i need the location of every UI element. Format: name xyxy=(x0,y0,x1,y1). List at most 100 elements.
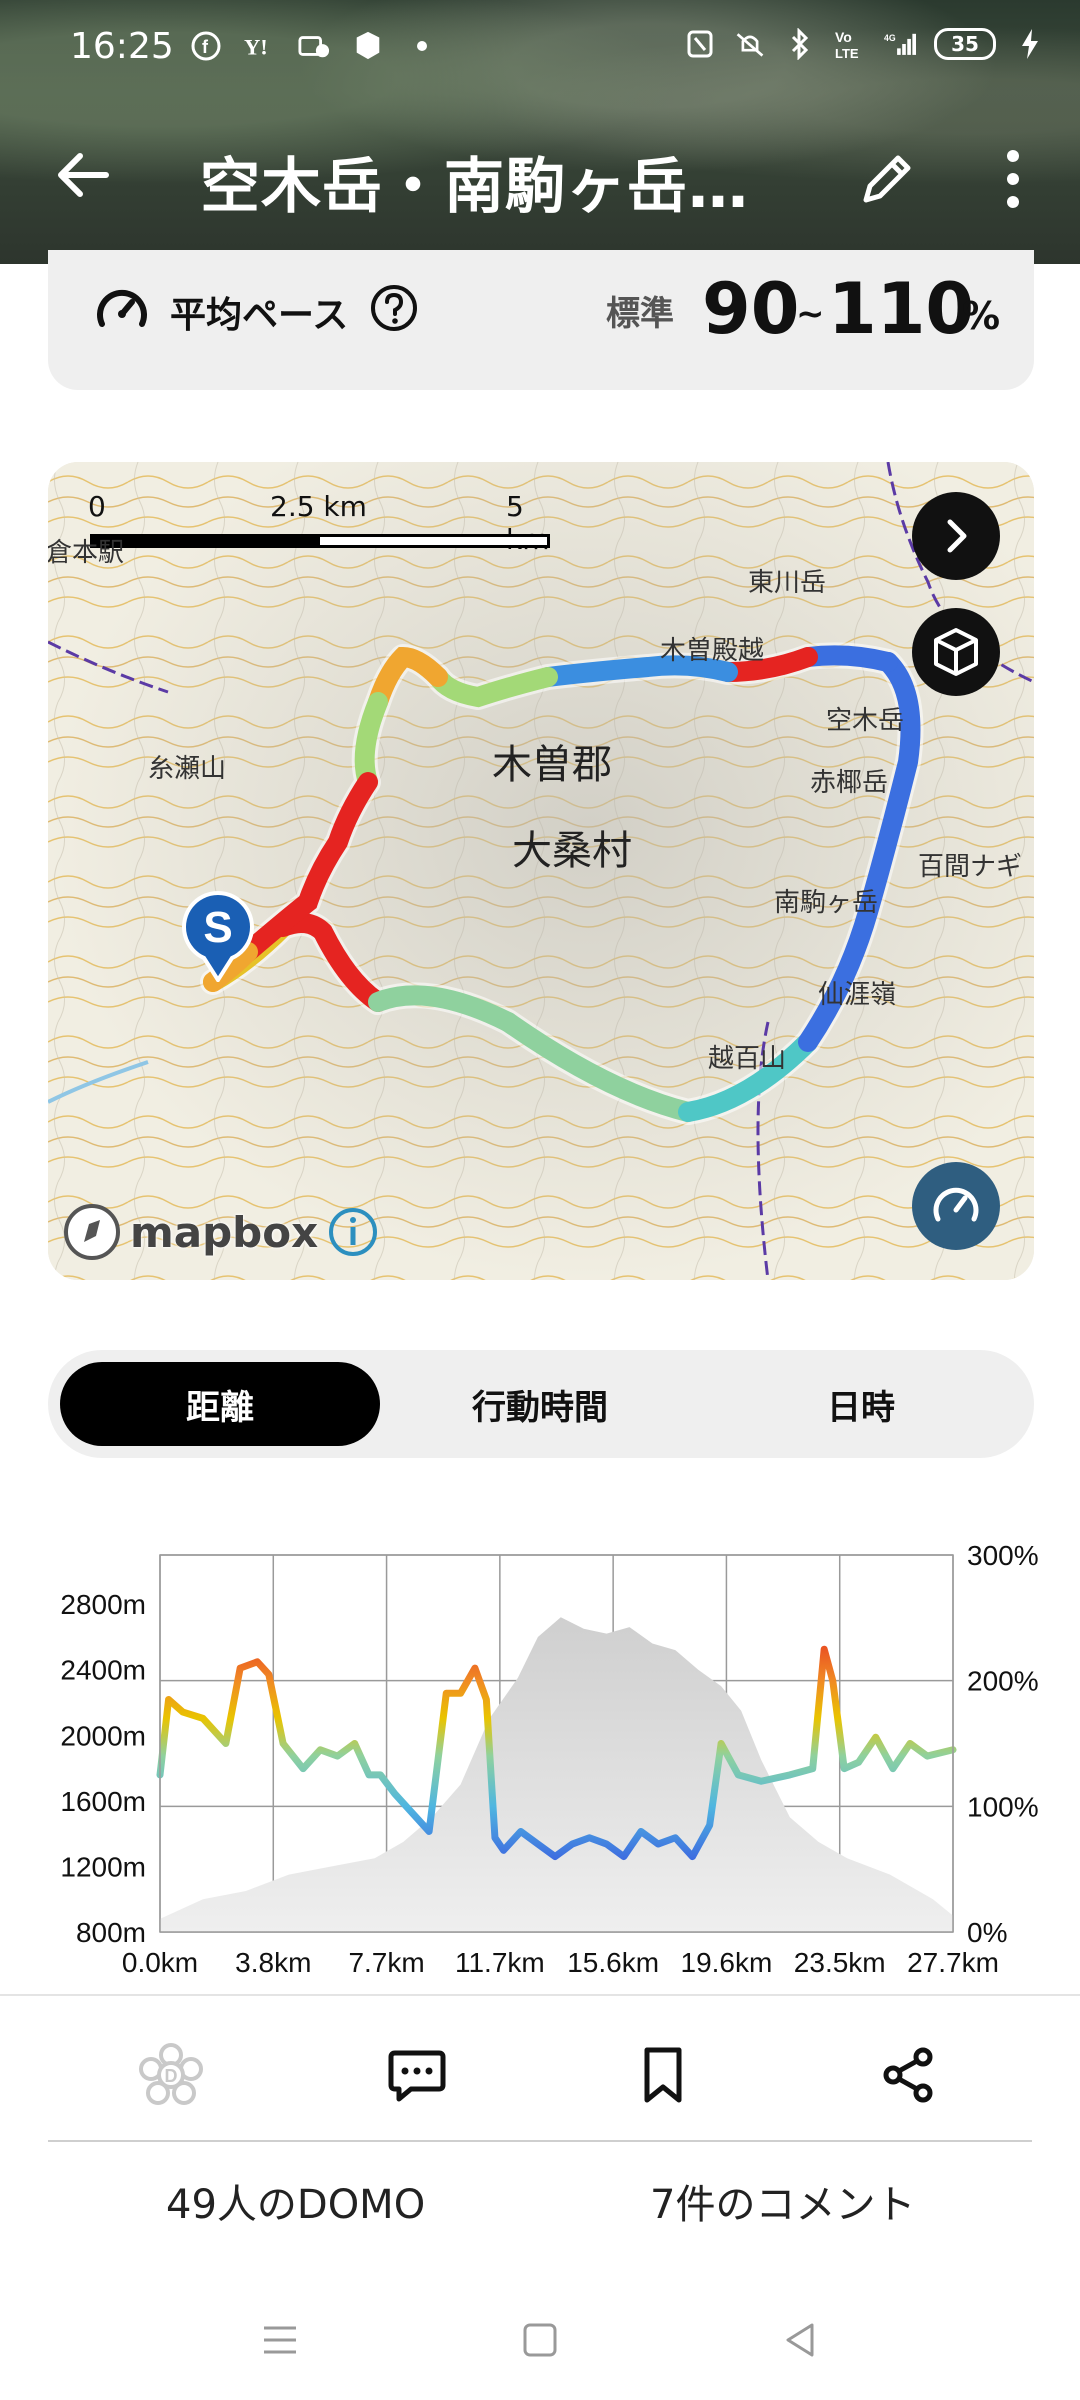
battery-icon: 35 xyxy=(934,28,996,60)
divider xyxy=(48,2140,1032,2142)
share-button[interactable] xyxy=(864,2030,954,2120)
elevation-pace-chart[interactable]: 800m 1200m 1600m 2000m 2400m 2800m 0% 100% 200% 3… xyxy=(0,1530,1080,1990)
domo-count[interactable]: 49人のDOMO xyxy=(166,2172,425,2230)
pencil-icon xyxy=(863,155,911,203)
recent-apps-button[interactable] xyxy=(250,2310,310,2370)
svg-text:4G: 4G xyxy=(884,33,896,43)
route-map[interactable]: 0 2.5 km 5 km 倉本駅 東川岳 木曽殿越 空木岳 赤椰岳 百間ナギ … xyxy=(48,462,1034,1280)
more-vertical-icon xyxy=(1007,150,1019,208)
map-label-hyakkenagi: 百間ナギ xyxy=(918,852,1023,882)
status-bar: 16:25 f Y! Vo LTE 4G 35 xyxy=(0,0,1080,96)
share-icon xyxy=(883,2047,933,2103)
comment-count[interactable]: 7件のコメント xyxy=(650,2172,915,2230)
help-icon[interactable] xyxy=(368,282,420,334)
y-left-tick-label: 2400m xyxy=(60,1655,146,1686)
pace-max-value: 110 xyxy=(828,268,975,350)
map-3d-button[interactable] xyxy=(912,608,1000,696)
x-tick-label: 19.6km xyxy=(681,1947,773,1978)
svg-text:LTE: LTE xyxy=(835,46,859,60)
map-label-senjo: 仙涯嶺 xyxy=(818,980,897,1010)
back-button[interactable] xyxy=(50,140,120,210)
gallery-icon xyxy=(298,30,330,62)
chart-svg: 800m 1200m 1600m 2000m 2400m 2800m 0% 100% 200% 3… xyxy=(60,1540,1039,1978)
arrow-left-icon xyxy=(58,153,109,197)
svg-text:D: D xyxy=(165,2066,178,2086)
signal-icon: 4G xyxy=(884,28,916,60)
charging-icon xyxy=(1014,28,1046,60)
y-left-tick-label: 800m xyxy=(76,1917,146,1948)
app-icon xyxy=(352,30,384,62)
map-scale-bar: 0 2.5 km 5 km xyxy=(88,490,550,556)
x-tick-label: 0.0km xyxy=(122,1947,198,1978)
y-right-tick-label: 200% xyxy=(967,1666,1039,1697)
scale-bar xyxy=(90,534,550,548)
back-nav-icon xyxy=(786,2323,814,2357)
facebook-icon: f xyxy=(190,30,222,62)
tab-distance[interactable]: 距離 xyxy=(60,1362,380,1446)
comment-button[interactable] xyxy=(372,2030,462,2120)
speedometer-icon xyxy=(933,1187,979,1222)
x-tick-label: 27.7km xyxy=(907,1947,999,1978)
divider xyxy=(0,1994,1080,1996)
average-pace-card: 平均ペース 標準 90 ~ 110 % xyxy=(48,250,1034,390)
x-tick-label: 7.7km xyxy=(348,1947,424,1978)
svg-text:Vo: Vo xyxy=(835,29,852,45)
elevation-area xyxy=(160,1617,953,1932)
pace-tilde: ~ xyxy=(796,294,825,334)
map-label-village: 大桑村 xyxy=(512,828,632,874)
header: 16:25 f Y! Vo LTE 4G 35 空木岳・南駒ヶ岳… xyxy=(0,0,1080,264)
start-marker-label: S xyxy=(203,903,232,952)
map-pace-button[interactable] xyxy=(912,1162,1000,1250)
y-left-tick-label: 1600m xyxy=(60,1786,146,1817)
y-right-tick-label: 300% xyxy=(967,1540,1039,1571)
map-label-itoze: 糸瀬山 xyxy=(148,754,227,784)
home-icon xyxy=(523,2323,557,2357)
bookmark-icon xyxy=(644,2047,682,2103)
back-nav-button[interactable] xyxy=(770,2310,830,2370)
x-tick-label: 23.5km xyxy=(794,1947,886,1978)
y-left-tick-label: 2800m xyxy=(60,1589,146,1620)
edit-button[interactable] xyxy=(852,144,922,214)
status-time: 16:25 xyxy=(70,26,174,67)
y-right-tick-label: 0% xyxy=(967,1917,1007,1948)
y-left-tick-label: 2000m xyxy=(60,1720,146,1751)
dot-icon xyxy=(406,30,438,62)
mapbox-wordmark: mapbox xyxy=(130,1207,319,1257)
speedometer-icon xyxy=(97,289,147,327)
pace-unit: % xyxy=(962,294,1001,338)
app-bar: 空木岳・南駒ヶ岳… xyxy=(0,110,1080,240)
map-label-minamikoma: 南駒ヶ岳 xyxy=(774,888,879,918)
y-left-tick-label: 1200m xyxy=(60,1851,146,1882)
x-tick-label: 11.7km xyxy=(455,1947,545,1978)
map-label-district: 木曽郡 xyxy=(492,742,612,788)
y-right-tick-label: 100% xyxy=(967,1791,1039,1822)
pace-label: 平均ペース xyxy=(170,295,349,336)
x-tick-label: 3.8km xyxy=(235,1947,311,1978)
x-tick-label: 15.6km xyxy=(567,1947,659,1978)
chart-axis-selector: 距離 行動時間 日時 xyxy=(48,1350,1034,1458)
map-label-utsugi: 空木岳 xyxy=(826,706,905,736)
domo-button[interactable]: D xyxy=(126,2030,216,2120)
bluetooth-icon xyxy=(784,28,816,60)
home-button[interactable] xyxy=(510,2310,570,2370)
more-options-button[interactable] xyxy=(990,144,1036,214)
bookmark-button[interactable] xyxy=(618,2030,708,2120)
start-marker[interactable]: S xyxy=(178,890,258,984)
chevron-right-icon xyxy=(947,519,967,553)
info-icon[interactable] xyxy=(326,1205,380,1259)
tab-datetime[interactable]: 日時 xyxy=(700,1362,1022,1446)
map-label-kisodono: 木曽殿越 xyxy=(660,636,765,666)
map-label-higashikawa: 東川岳 xyxy=(748,568,827,598)
volte-icon: Vo LTE xyxy=(834,28,866,60)
mapbox-logo-icon xyxy=(64,1204,120,1260)
pace-min-value: 90 xyxy=(702,268,800,350)
action-bar: D xyxy=(0,2030,1080,2130)
tab-active-time[interactable]: 行動時間 xyxy=(380,1362,700,1446)
nfc-icon xyxy=(684,28,716,60)
system-nav-bar xyxy=(0,2290,1080,2400)
yahoo-icon: Y! xyxy=(244,30,276,62)
map-next-button[interactable] xyxy=(912,492,1000,580)
scale-label-zero: 0 xyxy=(88,490,106,523)
page-title: 空木岳・南駒ヶ岳… xyxy=(200,152,749,214)
mute-icon xyxy=(734,28,766,60)
